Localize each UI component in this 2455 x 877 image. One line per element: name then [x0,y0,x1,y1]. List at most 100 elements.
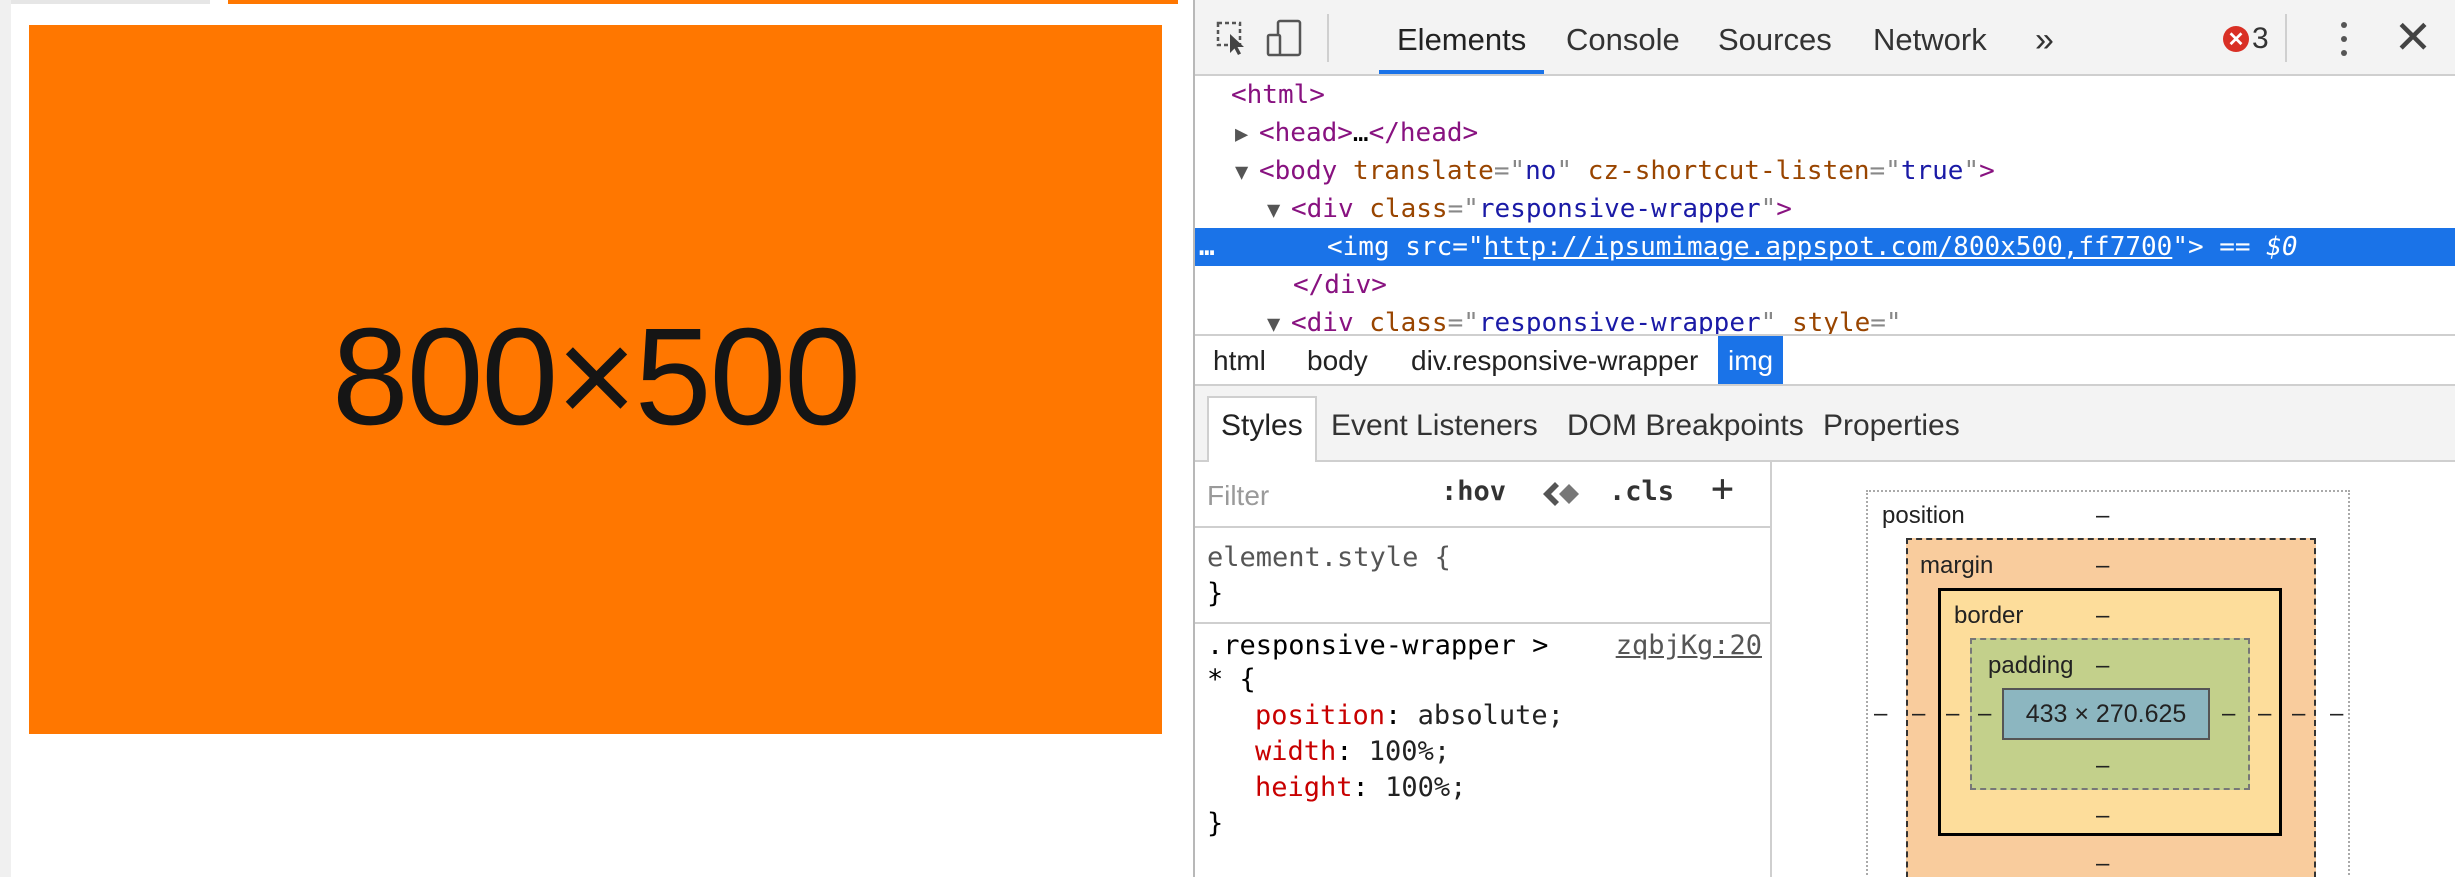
padding-left-value[interactable]: – [1978,700,1991,728]
close-devtools-button[interactable]: ✕ [2390,14,2436,60]
border-left-value[interactable]: – [1946,700,1959,728]
padding-bottom-value[interactable]: – [2096,752,2109,780]
margin-bottom-value[interactable]: – [2096,850,2109,877]
element-style-selector[interactable]: element.style { [1207,540,1451,576]
tab-styles[interactable]: Styles [1207,396,1317,462]
dom-attr-name: style [1791,308,1871,334]
padding-right-value[interactable]: – [2222,700,2235,728]
border-top-value[interactable]: – [2096,602,2109,630]
more-tabs-button[interactable]: » [2017,0,2072,74]
breadcrumb-div[interactable]: div.responsive-wrapper [1401,336,1708,384]
error-icon: ✕ [2223,26,2249,52]
tab-properties[interactable]: Properties [1811,398,1972,456]
rule-close-brace: } [1207,578,1224,609]
tab-event-listeners[interactable]: Event Listeners [1319,398,1550,456]
padding-label: padding [1988,652,2074,679]
dom-attr-name: cz-shortcut-listen [1587,156,1870,186]
border-label: border [1954,602,2024,629]
dom-attr-name: src [1405,232,1453,262]
collapse-arrow-icon[interactable]: ▼ [1235,154,1259,192]
css-property-name[interactable]: position [1255,700,1385,731]
styles-filter-input[interactable] [1207,478,1407,514]
dom-attr-link[interactable]: http://ipsumimage.appspot.com/800x500,ff… [1484,232,2173,262]
hover-state-toggle[interactable]: :hov [1441,476,1506,507]
tab-console[interactable]: Console [1548,0,1698,74]
error-count-badge[interactable]: ✕ 3 [2223,22,2269,55]
dom-attr-value: responsive-wrapper [1478,194,1761,224]
dom-attr-value: true [1900,156,1964,186]
tab-dom-breakpoints[interactable]: DOM Breakpoints [1555,398,1816,456]
position-left-value[interactable]: – [1874,700,1887,728]
border-bottom-value[interactable]: – [2096,802,2109,830]
new-style-rule-button[interactable]: + [1711,466,1734,510]
tab-elements[interactable]: Elements [1379,0,1545,74]
css-property[interactable]: width: 100%; [1255,734,1450,770]
css-property-value[interactable]: absolute; [1418,700,1564,731]
page-viewport: 800×500 [0,0,1193,877]
css-property-name[interactable]: width [1255,736,1336,767]
error-count: 3 [2252,22,2269,55]
dom-node-div[interactable]: ▼ <div class="responsive-wrapper"> [1195,190,2455,228]
toolbar-separator [1327,14,1329,62]
rule-source-link[interactable]: zqbjKg:20 [1616,628,1762,664]
breadcrumb-html[interactable]: html [1203,336,1276,384]
box-model-content[interactable]: 433 × 270.625 [2002,688,2210,740]
margin-top-value[interactable]: – [2096,552,2109,580]
breadcrumb-img[interactable]: img [1718,336,1784,384]
dom-attr-name: translate [1352,156,1494,186]
margin-left-value[interactable]: – [1912,700,1925,728]
padding-top-value[interactable]: – [2096,652,2109,680]
tab-network[interactable]: Network [1855,0,2005,74]
dom-node-div-close[interactable]: </div> [1195,266,2455,304]
rule-selector[interactable]: * { [1207,662,1256,698]
css-property-value[interactable]: 100%; [1385,772,1466,803]
rule-selector[interactable]: .responsive-wrapper > [1207,628,1548,664]
position-right-value[interactable]: – [2330,700,2343,728]
collapse-arrow-icon[interactable]: ▼ [1267,306,1291,334]
css-property-value[interactable]: 100%; [1369,736,1450,767]
dom-tag: <body [1259,156,1338,186]
dom-tag: </head> [1368,118,1479,148]
placeholder-image: 800×500 [29,25,1162,734]
dom-tag: <html> [1231,80,1325,110]
page-left-edge [0,0,11,877]
margin-right-value[interactable]: – [2292,700,2305,728]
inspect-element-icon[interactable] [1213,18,1253,58]
dom-node-head[interactable]: ▶ <head>…</head> [1195,114,2455,152]
more-options-icon[interactable] [2329,18,2359,60]
collapse-arrow-icon[interactable]: ▼ [1267,192,1291,230]
margin-label: margin [1920,552,1994,579]
dom-node-div[interactable]: ▼ <div class="responsive-wrapper" style=" [1195,304,2455,334]
dom-tag: <div [1291,308,1354,334]
border-right-value[interactable]: – [2258,700,2271,728]
dom-ellipsis: … [1352,118,1369,148]
class-toggle[interactable]: .cls [1609,476,1674,507]
dom-attr-name: class [1369,308,1448,334]
expand-arrow-icon[interactable]: ▶ [1235,116,1259,154]
css-property[interactable]: height: 100%; [1255,770,1466,806]
styles-filter-bar: :hov .cls + [1195,462,1770,528]
breadcrumb-body[interactable]: body [1297,336,1378,384]
breadcrumb: html body div.responsive-wrapper img [1195,334,2455,386]
devtools-panel: Elements Console Sources Network » ✕ 3 ✕… [1193,0,2455,877]
dom-tag: <img [1327,232,1390,262]
dom-node-body[interactable]: ▼ <body translate="no" cz-shortcut-listen… [1195,152,2455,190]
rendering-emulation-icon[interactable] [1539,474,1579,521]
box-model-diagram: position – margin – border – padding – 4… [1774,462,2455,877]
dom-tag: <head> [1259,118,1353,148]
dom-tag: </div> [1293,270,1387,300]
css-property-name[interactable]: height [1255,772,1353,803]
dom-attr-value: no [1525,156,1557,186]
dom-tree: <html> ▶ <head>…</head> ▼ <body translate=… [1195,76,2455,334]
position-top-value[interactable]: – [2096,502,2109,530]
dom-node-html[interactable]: <html> [1195,76,2455,114]
sidebar-panel-tabs: Styles Event Listeners DOM Breakpoints P… [1195,386,2455,462]
selected-node-marker: == $0 [2219,232,2298,262]
dom-node-img-selected[interactable]: … <img src="http://ipsumimage.appspot.com… [1195,228,2455,266]
device-toolbar-icon[interactable] [1265,18,1305,58]
node-actions-ellipsis[interactable]: … [1199,228,1327,266]
css-property[interactable]: position: absolute; [1255,698,1564,734]
page-top-orange-strip [228,0,1178,4]
tab-sources[interactable]: Sources [1700,0,1850,74]
dom-attr-name: class [1369,194,1448,224]
